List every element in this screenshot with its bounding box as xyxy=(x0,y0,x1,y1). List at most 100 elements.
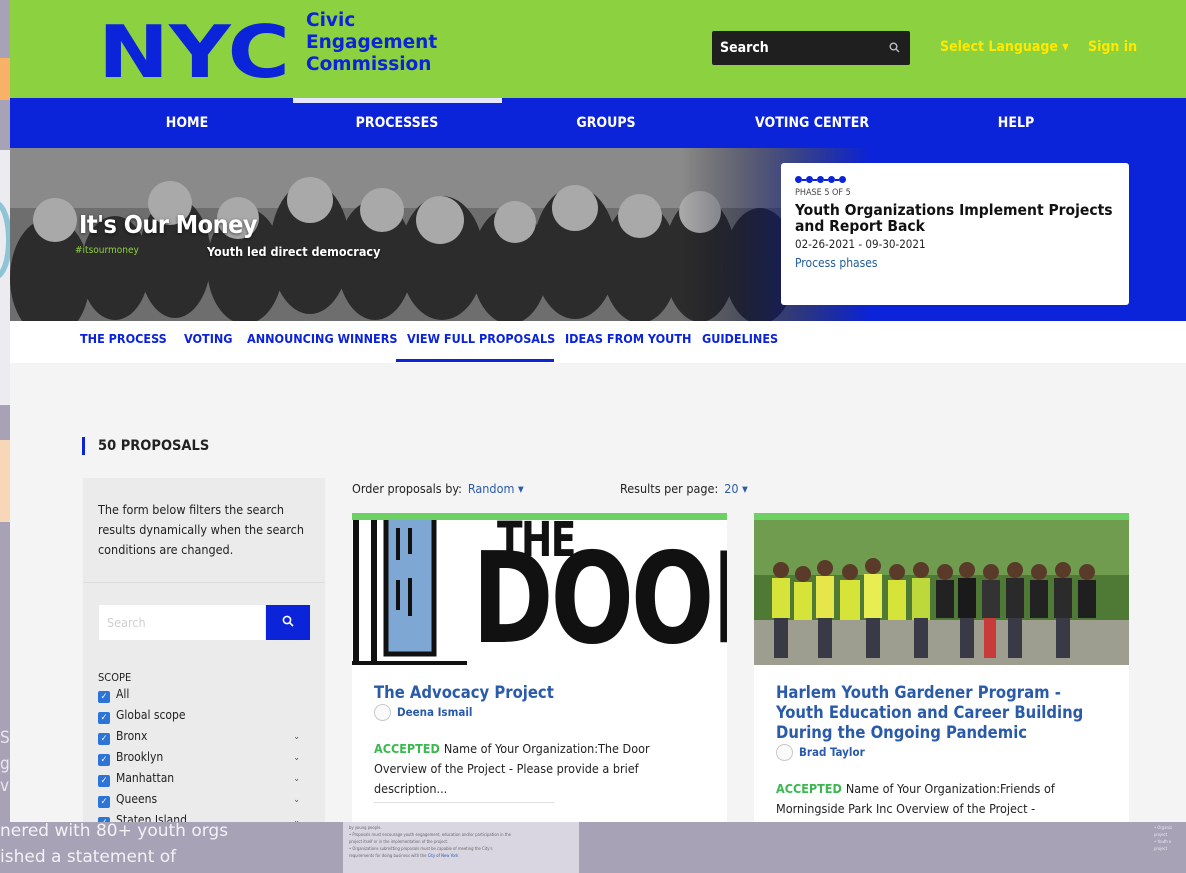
tab-view-full-proposals[interactable]: VIEW FULL PROPOSALS xyxy=(407,331,555,346)
proposal-excerpt: ACCEPTED Name of Your Organization:The Do… xyxy=(374,739,705,799)
hero-title: It's Our Money xyxy=(79,210,258,239)
phase-step-dot xyxy=(806,176,813,183)
order-by-dropdown[interactable]: Random ▾ xyxy=(468,481,524,496)
order-by-control: Order proposals by: Random ▾ xyxy=(352,481,524,496)
checkbox-checked-icon[interactable]: ✓ xyxy=(98,775,110,787)
status-badge: ACCEPTED xyxy=(776,781,842,796)
search-icon[interactable] xyxy=(889,31,900,65)
scope-item-manhattan[interactable]: ✓ Manhattan ⌄ xyxy=(98,771,310,792)
scope-item-brooklyn[interactable]: ✓ Brooklyn ⌄ xyxy=(98,750,310,771)
phase-card: PHASE 5 OF 5 Youth Organizations Impleme… xyxy=(781,163,1129,305)
scope-item-label: Brooklyn xyxy=(116,750,164,764)
order-by-label: Order proposals by: xyxy=(352,481,462,496)
scope-item-global[interactable]: ✓ Global scope xyxy=(98,708,310,729)
proposal-author[interactable]: Deena Ismail xyxy=(374,704,705,721)
proposal-card[interactable]: THE DOOR The Advocacy Project Deena Isma… xyxy=(352,513,727,822)
checkbox-checked-icon[interactable]: ✓ xyxy=(98,817,110,822)
scope-item-bronx[interactable]: ✓ Bronx ⌄ xyxy=(98,729,310,750)
tab-guidelines[interactable]: GUIDELINES xyxy=(702,331,778,346)
proposal-author[interactable]: Brad Taylor xyxy=(776,744,1107,761)
commission-name-line: Engagement xyxy=(306,32,438,53)
hero-tagline: Youth led direct democracy xyxy=(207,244,381,259)
chevron-down-icon[interactable]: ⌄ xyxy=(293,814,300,822)
filter-search-input[interactable]: Search xyxy=(99,605,265,640)
tab-ideas-from-youth[interactable]: IDEAS FROM YOUTH xyxy=(565,331,691,346)
phase-dates: 02-26-2021 - 09-30-2021 xyxy=(795,237,926,251)
author-name: Brad Taylor xyxy=(799,745,865,759)
backdrop-fragment: S xyxy=(0,728,10,748)
results-per-page-dropdown[interactable]: 20 ▾ xyxy=(724,481,748,496)
tab-the-process[interactable]: THE PROCESS xyxy=(80,331,167,346)
chevron-down-icon[interactable]: ⌄ xyxy=(293,751,300,765)
nav-item-home[interactable]: HOME xyxy=(166,115,208,131)
snippet-line-text: requirements for doing business with the xyxy=(349,853,427,858)
scope-item-staten-island[interactable]: ✓ Staten Island ⌄ xyxy=(98,813,310,822)
proposal-image-the-door[interactable]: THE DOOR xyxy=(352,520,727,665)
commission-name-line: Commission xyxy=(306,54,432,75)
proposal-excerpt: ACCEPTED Name of Your Organization:Friend… xyxy=(776,779,1107,819)
select-language-link[interactable]: Select Language ▾ xyxy=(940,39,1069,55)
results-per-page-control: Results per page: 20 ▾ xyxy=(620,481,748,496)
scope-item-all[interactable]: ✓ All xyxy=(98,687,310,708)
author-name: Deena Ismail xyxy=(397,705,473,719)
avatar xyxy=(374,704,391,721)
phase-progress xyxy=(795,176,1115,183)
backdrop-guidelines-snippet: by young people. • Proposals must encour… xyxy=(343,822,579,873)
scope-item-label: Bronx xyxy=(116,729,148,743)
process-phases-link[interactable]: Process phases xyxy=(795,256,1115,270)
checkbox-checked-icon[interactable]: ✓ xyxy=(98,796,110,808)
nav-item-voting-center[interactable]: VOTING CENTER xyxy=(755,115,869,131)
chevron-down-icon[interactable]: ⌄ xyxy=(293,730,300,744)
snippet-line: • Organiz xyxy=(1154,825,1172,830)
filter-divider xyxy=(83,582,325,583)
website-frame: NYC Civic Engagement Commission Search S… xyxy=(10,0,1186,822)
checkbox-checked-icon[interactable]: ✓ xyxy=(98,712,110,724)
chevron-down-icon[interactable]: ⌄ xyxy=(293,772,300,786)
proposal-card[interactable]: Harlem Youth Gardener Program - Youth Ed… xyxy=(754,513,1129,822)
proposal-title[interactable]: Harlem Youth Gardener Program - Youth Ed… xyxy=(776,683,1107,743)
active-tab-underline xyxy=(396,359,554,362)
logo-text: NYC xyxy=(98,11,290,87)
snippet-line: • Organizations submitting proposals mus… xyxy=(349,846,493,851)
card-divider xyxy=(374,802,554,803)
checkbox-checked-icon[interactable]: ✓ xyxy=(98,754,110,766)
proposals-count: 50 PROPOSALS xyxy=(82,437,209,455)
search-icon xyxy=(282,615,294,627)
phase-step-dot xyxy=(828,176,835,183)
main-nav: HOME PROCESSES GROUPS VOTING CENTER HELP xyxy=(10,98,1186,148)
filter-search-button[interactable] xyxy=(266,605,310,640)
filter-panel: The form below filters the search result… xyxy=(83,478,325,822)
gardener-photo xyxy=(754,520,1129,665)
scope-list: ✓ All ✓ Global scope ✓ Bronx ⌄ ✓ Brooklyn ⌄ ✓ M… xyxy=(98,687,310,822)
nav-item-groups[interactable]: GROUPS xyxy=(576,115,635,131)
chevron-down-icon[interactable]: ⌄ xyxy=(293,793,300,807)
phase-step-dot xyxy=(817,176,824,183)
nyc-logo[interactable]: NYC xyxy=(96,11,292,87)
proposal-image-gardener-group-photo[interactable] xyxy=(754,520,1129,665)
snippet-line: by young people. xyxy=(349,825,382,830)
tab-voting[interactable]: VOTING xyxy=(184,331,233,346)
search-label: Search xyxy=(720,40,769,56)
snippet-line: project itself or in the implementation … xyxy=(349,839,449,844)
header-search-input[interactable]: Search xyxy=(712,31,910,65)
backdrop-orange-block xyxy=(0,58,10,100)
commission-name-line: Civic xyxy=(306,10,356,31)
door-word-door: DOOR xyxy=(472,525,727,665)
snippet-line: project xyxy=(1154,846,1168,851)
snippet-line: requirements for doing business with the… xyxy=(349,852,573,859)
commission-name[interactable]: Civic Engagement Commission xyxy=(306,10,437,76)
hero-hashtag: #itsourmoney xyxy=(75,245,139,256)
snippet-line: • Proposals must encourage youth engagem… xyxy=(349,832,511,837)
sign-in-link[interactable]: Sign in xyxy=(1088,39,1137,55)
checkbox-checked-icon[interactable]: ✓ xyxy=(98,733,110,745)
scope-title: SCOPE xyxy=(98,671,132,684)
tab-announcing-winners[interactable]: ANNOUNCING WINNERS xyxy=(247,331,397,346)
checkbox-checked-icon[interactable]: ✓ xyxy=(98,691,110,703)
nav-item-help[interactable]: HELP xyxy=(998,115,1034,131)
snippet-line: • Youth o xyxy=(1154,839,1172,844)
top-header: NYC Civic Engagement Commission Search S… xyxy=(10,0,1186,98)
scope-item-queens[interactable]: ✓ Queens ⌄ xyxy=(98,792,310,813)
proposal-title[interactable]: The Advocacy Project xyxy=(374,683,705,703)
backdrop-fragment: g xyxy=(0,754,10,774)
nav-item-processes[interactable]: PROCESSES xyxy=(356,115,439,131)
